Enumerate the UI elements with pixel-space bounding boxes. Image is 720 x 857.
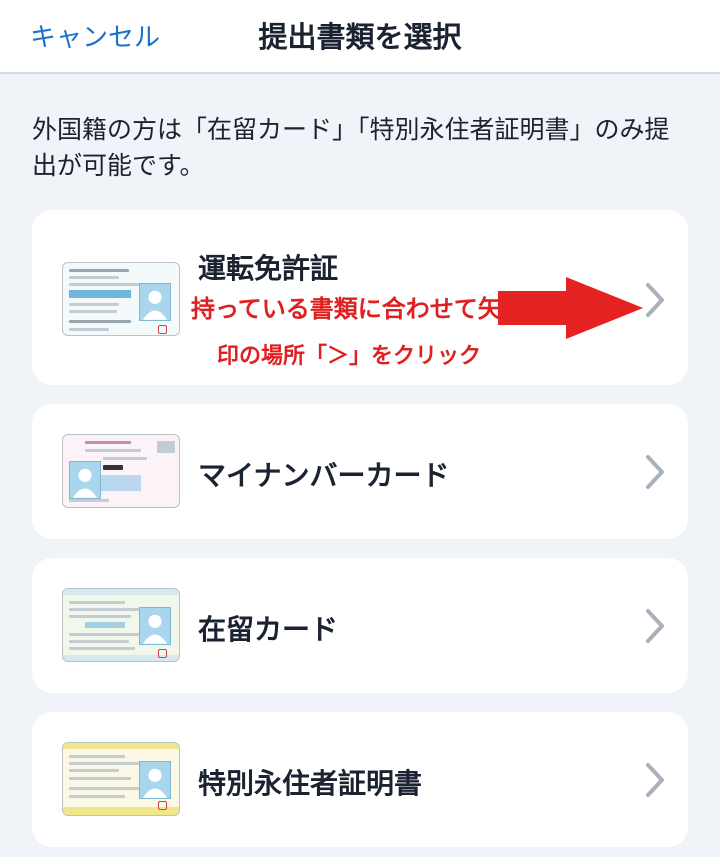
document-label: マイナンバーカード (198, 459, 450, 492)
document-option-special-permanent-resident-certificate[interactable]: 特別永住者証明書 (32, 712, 688, 847)
chevron-right-icon[interactable] (640, 280, 670, 320)
document-label: 運転免許証 (198, 252, 339, 285)
my-number-card-image (62, 434, 180, 508)
document-label: 在留カード (198, 613, 339, 646)
chevron-right-icon[interactable] (640, 760, 670, 800)
header: キャンセル 提出書類を選択 (0, 0, 720, 74)
arrow-right-icon (498, 277, 643, 339)
chevron-right-icon[interactable] (640, 452, 670, 492)
page-title: 提出書類を選択 (258, 20, 462, 54)
chevron-right-icon[interactable] (640, 606, 670, 646)
document-option-my-number-card[interactable]: マイナンバーカード (32, 404, 688, 539)
annotation-text-line1: 持っている書類に合わせて矢 (191, 295, 502, 323)
special-permanent-resident-certificate-image (62, 742, 180, 816)
document-option-residence-card[interactable]: 在留カード (32, 558, 688, 693)
residence-card-image (62, 588, 180, 662)
notice-text: 外国籍の方は「在留カード」「特別永住者証明書」のみ提出が可能です。 (32, 115, 670, 180)
drivers-license-image (62, 262, 180, 336)
annotation-text-line2: 印の場所「＞」をクリック (217, 344, 482, 369)
document-label: 特別永住者証明書 (198, 767, 423, 800)
